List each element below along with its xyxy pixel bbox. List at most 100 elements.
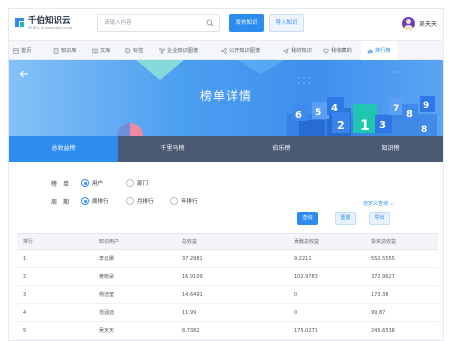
column-header[interactable]: 排行 (17, 234, 93, 249)
tab-total-income[interactable]: 总收益榜 (9, 136, 118, 162)
nav-item-ranking[interactable]: 排行榜 (361, 41, 397, 60)
nav-item-label: 首页 (21, 48, 32, 54)
tab-qianlima[interactable]: 千里马榜 (118, 136, 227, 162)
column-header[interactable]: 总收益 (176, 234, 288, 249)
table-row[interactable]: 3 杨洁莹 14.6491 0 173.38 (17, 286, 438, 304)
rank-cell: 4 (23, 309, 27, 316)
main-nav: 首页 知识库 文库 标签 企业知识图谱 公开知识图谱 我的知识 我收藏的 排行榜 (9, 40, 443, 60)
search-input[interactable] (98, 15, 202, 31)
heart-icon (323, 48, 329, 54)
column-header[interactable]: 贡献总收益 (288, 234, 365, 249)
avatar-head-shape (406, 19, 411, 24)
avatar-body-shape (404, 25, 413, 30)
nav-item-knowledge-base[interactable]: 知识库 (53, 41, 77, 60)
top-header: 千伯知识云 PERFA KnowledgeCloud 发布知识 导入知识 吴天天 (9, 9, 443, 40)
export-button[interactable]: 导出 (369, 212, 390, 225)
table-row[interactable]: 2 黄晓朵 16.9109 102.9783 372.9627 (17, 268, 438, 286)
user-cell: 李云娜 (99, 256, 115, 262)
nav-item-label: 排行榜 (375, 48, 391, 54)
custom-query-link[interactable]: 自定义查询 ⌄ (363, 200, 394, 207)
logo-subtitle: PERFA KnowledgeCloud (28, 26, 73, 30)
nav-item-home[interactable]: 首页 (13, 41, 31, 60)
radio-dot (126, 197, 134, 205)
radio-label: 部门 (137, 181, 149, 187)
radio-monthly[interactable]: 月排行 (126, 197, 154, 205)
user-menu[interactable]: 吴天天 (402, 17, 442, 31)
radio-department[interactable]: 部门 (126, 179, 148, 187)
import-knowledge-button[interactable]: 导入知识 (269, 14, 304, 32)
contribution-income-cell: 0 (294, 309, 298, 316)
publish-knowledge-button[interactable]: 发布知识 (229, 14, 264, 32)
page-title: 榜单详情 (200, 89, 253, 103)
radio-label: 月排行 (137, 199, 154, 205)
reset-button[interactable]: 重置 (335, 212, 356, 225)
nav-item-tags[interactable]: 标签 (125, 41, 143, 60)
table-header: 排行 知识用户 总收益 贡献总收益 投资总收益 (17, 234, 438, 250)
ranking-tabs: 总收益榜 千里马榜 伯乐榜 知识榜 (9, 136, 443, 162)
radio-label: 周排行 (92, 199, 109, 205)
share-icon (221, 47, 227, 54)
search-icon[interactable] (206, 19, 214, 27)
nav-item-label: 我的知识 (291, 48, 312, 54)
total-income-cell: 14.6491 (182, 291, 203, 298)
rank-cell: 1 (23, 255, 27, 262)
nav-item-my-favorites[interactable]: 我收藏的 (323, 41, 352, 60)
tab-bole[interactable]: 伯乐榜 (227, 136, 336, 162)
query-button[interactable]: 查询 (297, 212, 318, 225)
logo[interactable]: 千伯知识云 PERFA KnowledgeCloud (13, 14, 75, 36)
rank-cell: 5 (23, 327, 27, 334)
radio-dot (170, 197, 178, 205)
cube-label: 7 (393, 104, 399, 114)
cube-label: 4 (331, 103, 338, 114)
cube-label: 8 (421, 125, 427, 135)
nav-item-label: 公开知识图谱 (229, 48, 261, 54)
period-label: 周 期 (51, 199, 70, 206)
nav-item-my-knowledge[interactable]: 我的知识 (283, 41, 312, 60)
ranking-type-label: 榜 单 (51, 181, 70, 188)
total-income-cell: 8.7382 (182, 327, 200, 334)
back-arrow-icon[interactable] (19, 69, 29, 79)
user-cell: 范涵迪 (99, 310, 115, 316)
avatar[interactable] (402, 17, 415, 30)
radio-weekly[interactable]: 周排行 (81, 197, 109, 205)
column-header[interactable]: 投资总收益 (365, 234, 438, 249)
cube-label: 9 (423, 101, 429, 111)
table-row[interactable]: 5 吴天天 8.7382 175.0271 245.6538 (17, 322, 438, 340)
user-cell: 吴天天 (99, 328, 115, 334)
cube-label: 5 (315, 108, 321, 118)
ranking-banner: 6 5 4 2 1 3 7 8 9 8 榜单详情 (9, 60, 443, 136)
contribution-income-cell: 175.0271 (294, 327, 318, 334)
tab-knowledge[interactable]: 知识榜 (336, 136, 443, 162)
radio-user[interactable]: 用户 (81, 179, 103, 187)
graph-icon (159, 47, 165, 54)
total-income-cell: 37.2981 (182, 255, 203, 262)
total-income-cell: 16.9109 (182, 273, 203, 280)
investment-income-cell: 173.38 (371, 291, 389, 298)
home-icon (13, 47, 19, 54)
nav-item-library[interactable]: 文库 (92, 41, 110, 60)
cube-label: 6 (295, 110, 302, 121)
cube-label: 8 (406, 109, 413, 120)
library-icon (92, 48, 98, 53)
table-row[interactable]: 4 范涵迪 11.99 0 99.87 (17, 304, 438, 322)
username: 吴天天 (419, 21, 438, 28)
cube-label: 3 (379, 120, 386, 131)
radio-yearly[interactable]: 年排行 (170, 197, 198, 205)
app-window: 千伯知识云 PERFA KnowledgeCloud 发布知识 导入知识 吴天天… (8, 8, 444, 341)
column-header[interactable]: 知识用户 (93, 234, 176, 249)
contribution-income-cell: 102.9783 (294, 273, 318, 280)
cube-label: 1 (360, 118, 370, 134)
ranking-table: 排行 知识用户 总收益 贡献总收益 投资总收益 1 李云娜 37.2981 9.… (17, 233, 438, 340)
nav-item-public-graph[interactable]: 公开知识图谱 (221, 41, 260, 60)
investment-income-cell: 552.5555 (371, 255, 395, 262)
user-cell: 黄晓朵 (99, 274, 115, 280)
total-income-cell: 11.99 (182, 309, 197, 316)
radio-dot (81, 197, 89, 205)
radio-label: 年排行 (181, 199, 198, 205)
investment-income-cell: 99.87 (371, 309, 386, 316)
radio-dot (81, 179, 89, 187)
table-row[interactable]: 1 李云娜 37.2981 9.2211 552.5555 (17, 250, 438, 268)
chevron-down-icon: ⌄ (389, 201, 394, 207)
contribution-income-cell: 0 (294, 291, 298, 298)
nav-item-enterprise-graph[interactable]: 企业知识图谱 (159, 41, 198, 60)
